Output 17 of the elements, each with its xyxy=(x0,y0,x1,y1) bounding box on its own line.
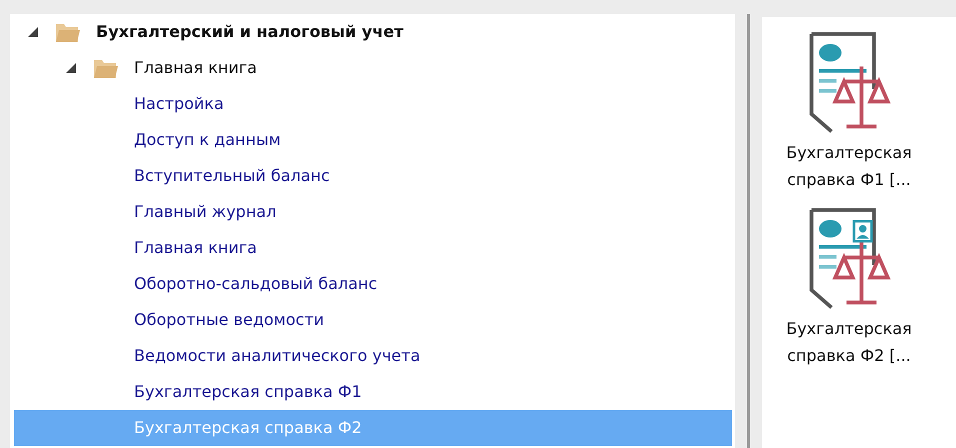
expander-icon[interactable] xyxy=(64,61,78,75)
tile-label: Бухгалтерская справка Ф1 [... xyxy=(785,142,913,191)
tree-item[interactable]: Главный журнал xyxy=(14,194,732,230)
tree-item[interactable]: Оборотно-сальдовый баланс xyxy=(14,266,732,302)
folder-icon xyxy=(54,21,82,43)
tree-item[interactable]: Настройка xyxy=(14,86,732,122)
tree-item[interactable]: Главная книга xyxy=(14,50,732,86)
expander-icon[interactable] xyxy=(26,25,40,39)
tree-item[interactable]: Главная книга xyxy=(14,230,732,266)
tree-item[interactable]: Ведомости аналитического учета xyxy=(14,338,732,374)
tree-item[interactable]: Бухгалтерская справка Ф1 xyxy=(14,374,732,410)
folder-icon xyxy=(92,57,120,79)
tree-item[interactable]: Вступительный баланс xyxy=(14,158,732,194)
tree-item[interactable]: Бухгалтерский и налоговый учет xyxy=(14,14,732,50)
tree-item[interactable]: Доступ к данным xyxy=(14,122,732,158)
tree-item[interactable]: Оборотные ведомости xyxy=(14,302,732,338)
tile-label: Бухгалтерская справка Ф2 [... xyxy=(785,318,913,367)
